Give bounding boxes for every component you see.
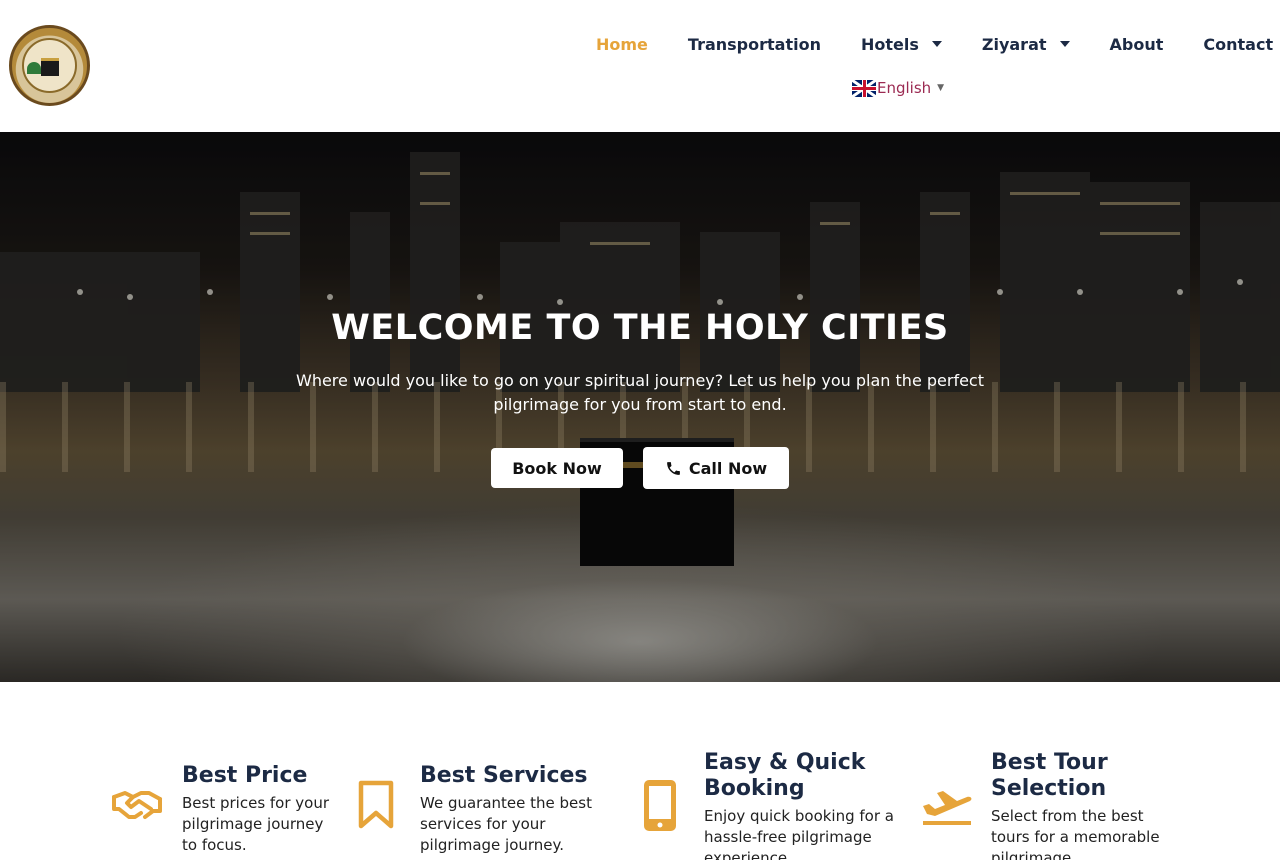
- feature-title: Best Price: [182, 763, 308, 788]
- language-label: English: [877, 79, 932, 97]
- main-navigation: Home Transportation Hotels Ziyarat About…: [576, 33, 1280, 55]
- language-selector[interactable]: English ▼: [852, 79, 944, 97]
- handshake-icon: [112, 791, 162, 819]
- chevron-down-icon: [1059, 41, 1070, 47]
- logo-kaaba-icon: [41, 58, 59, 76]
- feature-text: Select from the best tours for a memorab…: [991, 807, 1160, 860]
- call-now-label: Call Now: [688, 458, 768, 478]
- holy-cities-logo[interactable]: [9, 25, 90, 106]
- feature-text: Enjoy quick booking for a hassle-free pi…: [704, 807, 894, 860]
- caret-down-icon: ▼: [937, 83, 945, 93]
- feature-title: Best Tour Selection: [991, 750, 1108, 801]
- feature-title: Easy & Quick Booking: [704, 750, 866, 801]
- hero-title: WELCOME TO THE HOLY CITIES: [331, 308, 949, 348]
- hero-subtitle: Where would you like to go on your spiri…: [296, 371, 984, 414]
- call-now-button[interactable]: Call Now: [643, 447, 789, 489]
- nav-transportation[interactable]: Transportation: [668, 35, 841, 54]
- feature-text: Best prices for your pilgrimage journey …: [182, 794, 330, 854]
- feature-text: We guarantee the best services for your …: [420, 794, 592, 854]
- phone-icon: [667, 461, 680, 475]
- airplane-takeoff-icon: [923, 791, 972, 825]
- logo-dome-icon: [27, 62, 41, 74]
- book-now-label: Book Now: [512, 458, 602, 478]
- nav-ziyarat[interactable]: Ziyarat: [962, 35, 1090, 54]
- nav-home[interactable]: Home: [576, 35, 668, 54]
- bookmark-icon: [358, 780, 394, 829]
- nav-about[interactable]: About: [1090, 35, 1184, 54]
- mobile-phone-icon: [644, 780, 676, 831]
- nav-hotels[interactable]: Hotels: [841, 35, 962, 54]
- book-now-button[interactable]: Book Now: [491, 448, 623, 488]
- site-header: Home Transportation Hotels Ziyarat About…: [0, 0, 1280, 132]
- uk-flag-icon: [852, 79, 876, 97]
- chevron-down-icon: [931, 41, 942, 47]
- feature-title: Best Services: [420, 763, 588, 788]
- nav-contact[interactable]: Contact: [1183, 35, 1280, 54]
